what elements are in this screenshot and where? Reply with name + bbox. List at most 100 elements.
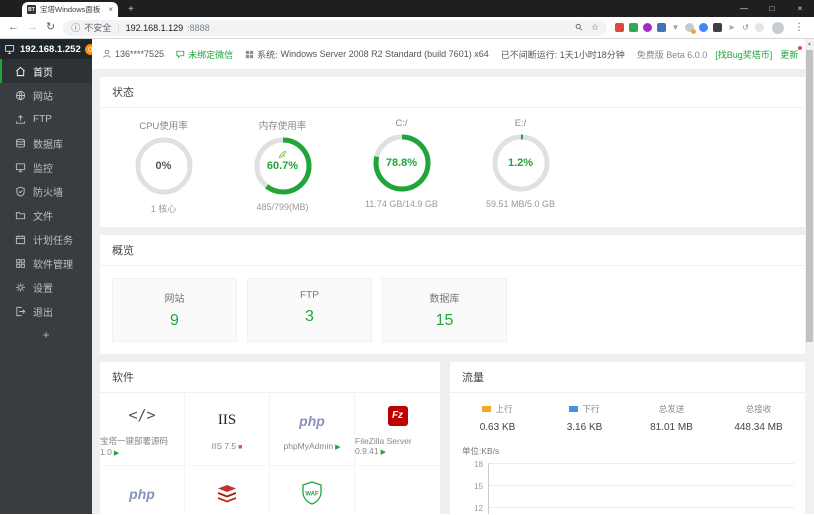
sidebar-item-logout[interactable]: 退出 — [0, 299, 92, 323]
sidebar-item-software[interactable]: 软件管理 — [0, 251, 92, 275]
ext-blue-circle-icon[interactable] — [699, 23, 708, 32]
sidebar-item-home[interactable]: 首页 — [0, 59, 92, 83]
software-status-icon: ▶ — [335, 443, 341, 451]
website-icon — [15, 90, 26, 100]
user-icon — [103, 49, 111, 59]
share-icon[interactable]: ➤ — [727, 23, 736, 32]
up-legend-swatch — [482, 406, 492, 412]
sidebar-item-ftp[interactable]: FTP — [0, 107, 92, 131]
update-button[interactable]: 更新 — [780, 45, 803, 61]
url-input[interactable]: ⓘ 不安全 | 192.168.1.129 :8888 ⚲ ☆ — [63, 19, 607, 36]
gauge-memory: 内存使用率 60.7% 485/799(MB) — [223, 118, 342, 215]
settings-icon — [16, 282, 25, 292]
forward-icon[interactable]: → — [27, 22, 38, 33]
sidebar-item-website[interactable]: 网站 — [0, 83, 92, 107]
software-status-icon: ■ — [238, 443, 243, 451]
ftp-icon — [15, 114, 26, 124]
back-icon[interactable]: ← — [8, 22, 19, 33]
security-label: 不安全 — [84, 23, 112, 33]
traffic-panel: 流量 上行 0.63 KB 下行 3.16 KB 总发送 81.01 MB 总接… — [450, 362, 806, 514]
ext-dark-icon[interactable] — [713, 23, 722, 32]
sidebar-add-button[interactable]: + — [0, 323, 92, 347]
scrollbar-thumb[interactable] — [806, 50, 813, 342]
software-item-empty — [355, 466, 440, 514]
gauge-disk-c: C:/ 78.8% 11.74 GB/14.9 GB — [365, 118, 438, 209]
ext-blue-icon[interactable] — [657, 23, 666, 32]
new-tab-button[interactable]: + — [128, 4, 134, 15]
overview-panel-title: 概览 — [100, 235, 806, 266]
overview-panel: 概览 网站 9 FTP 3 数据库 15 — [100, 235, 806, 354]
sidebar-item-monitor[interactable]: 监控 — [0, 155, 92, 179]
sidebar-item-label: 网站 — [33, 91, 53, 103]
sidebar-item-label: 软件管理 — [33, 259, 73, 271]
info-icon[interactable]: ⓘ — [71, 21, 80, 34]
scrollbar-up-icon[interactable]: ▲ — [805, 39, 814, 49]
window-maximize-button[interactable]: □ — [758, 4, 786, 13]
sidebar-item-label: FTP — [33, 113, 52, 125]
bookmark-star-icon[interactable]: ☆ — [591, 22, 599, 33]
firewall-icon — [16, 186, 25, 197]
panel-topbar: 136****7525 未绑定微信 系统: Windows Server 200… — [92, 39, 814, 69]
overview-box-sites[interactable]: 网站 9 — [112, 278, 237, 342]
window-minimize-button[interactable]: — — [730, 4, 758, 13]
bug-reward-link[interactable]: [找Bug奖塔币] — [715, 48, 772, 61]
sidebar-item-firewall[interactable]: 防火墙 — [0, 179, 92, 203]
software-item-redis[interactable]: redis 1.0▶ — [185, 466, 270, 514]
traffic-chart: 单位:KB/s 18 15 12 9 6 3 — [450, 439, 806, 514]
traffic-area-series — [490, 463, 795, 514]
software-item-waf[interactable]: WAF 宝塔IIS防火墙 1.0▶ — [270, 466, 355, 514]
chart-unit-label: 单位:KB/s — [462, 446, 500, 456]
zoom-icon[interactable]: ⚲ — [573, 21, 585, 33]
sidebar-item-label: 文件 — [33, 211, 53, 223]
filter-icon[interactable]: ▼ — [671, 23, 680, 32]
cron-icon — [15, 234, 26, 244]
filezilla-icon: Fz — [387, 405, 408, 426]
browser-menu-icon[interactable]: ⋮ — [792, 22, 806, 33]
traffic-stat-up: 上行 0.63 KB — [479, 404, 516, 433]
ext-badge-icon[interactable] — [685, 23, 696, 34]
ext-light-icon[interactable] — [755, 23, 764, 32]
sidebar-item-database[interactable]: 数据库 — [0, 131, 92, 155]
monitor-icon — [15, 162, 26, 172]
logout-icon — [16, 306, 26, 316]
software-item-filezilla[interactable]: Fz FileZilla Server 0.9.41 ▶ — [355, 393, 440, 466]
adblock-icon[interactable] — [615, 23, 624, 32]
sidebar-item-files[interactable]: 文件 — [0, 203, 92, 227]
server-ip: 192.168.1.252 — [20, 43, 81, 55]
omnibox-divider: | — [117, 22, 120, 33]
software-status-icon: ▶ — [380, 448, 387, 456]
overview-box-databases[interactable]: 数据库 15 — [382, 278, 507, 342]
account-phone[interactable]: 136****7525 — [102, 49, 164, 59]
sidebar-item-label: 数据库 — [33, 139, 63, 151]
history-icon[interactable]: ↺ — [741, 23, 750, 32]
software-item-iis[interactable]: IIS IIS 7.5 ■ — [185, 393, 270, 466]
database-icon — [16, 138, 25, 148]
software-item-deploy[interactable]: </> 宝塔一键部署源码 1.0 ▶ — [100, 393, 185, 466]
refresh-icon[interactable]: ↻ — [46, 22, 55, 33]
traffic-stat-total-received: 总接收 448.34 MB — [734, 404, 783, 433]
php-icon: php — [129, 485, 155, 502]
wechat-icon — [176, 50, 185, 58]
php-icon: php — [299, 412, 325, 429]
sidebar-item-label: 退出 — [33, 307, 53, 319]
ext-purple-icon[interactable] — [643, 23, 652, 32]
tab-close-icon[interactable]: × — [108, 5, 113, 14]
home-icon — [16, 66, 25, 76]
status-panel: 状态 CPU使用率 0% 1 核心 内存使用率 60.7% 485/799(MB… — [100, 77, 806, 227]
files-icon — [15, 211, 26, 219]
page-scrollbar[interactable]: ▲ — [805, 39, 814, 514]
sidebar-item-settings[interactable]: 设置 — [0, 275, 92, 299]
sidebar-item-cron[interactable]: 计划任务 — [0, 227, 92, 251]
software-item-php[interactable]: php PHP-5.2▶ — [100, 466, 185, 514]
software-item-phpmyadmin[interactable]: php phpMyAdmin ▶ — [270, 393, 355, 466]
avatar[interactable] — [772, 21, 784, 34]
ext-green-icon[interactable] — [629, 23, 638, 32]
overview-box-ftp[interactable]: FTP 3 — [247, 278, 372, 342]
window-close-button[interactable]: × — [786, 4, 814, 13]
sidebar-item-label: 计划任务 — [33, 235, 73, 247]
bind-wechat-link[interactable]: 未绑定微信 — [176, 48, 233, 61]
gauge-cpu: CPU使用率 0% 1 核心 — [135, 121, 192, 214]
sidebar-item-label: 防火墙 — [33, 187, 63, 199]
browser-tab[interactable]: BT 宝塔Windows面板 × — [22, 2, 118, 17]
traffic-stat-total-sent: 总发送 81.01 MB — [650, 404, 693, 433]
